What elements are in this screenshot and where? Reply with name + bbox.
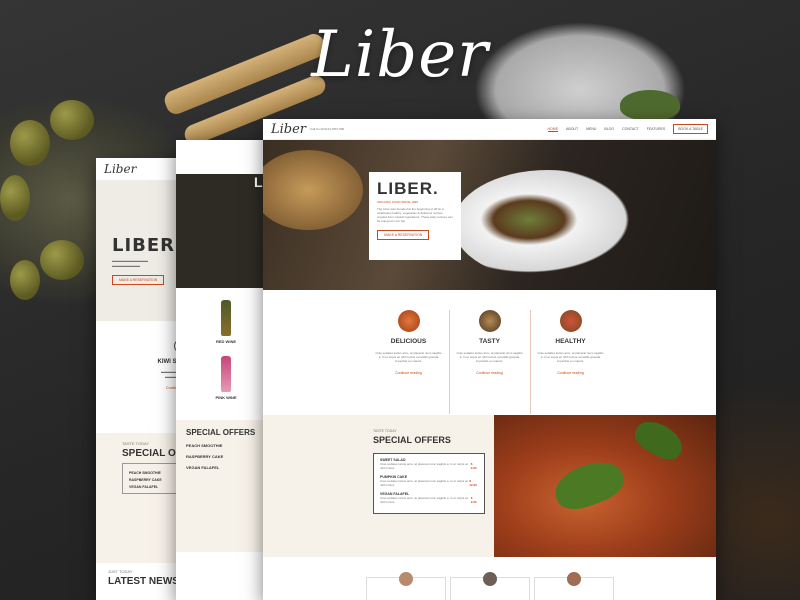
testimonial-card [449, 572, 530, 600]
offer-item: PEACH SMOOTHIE [186, 443, 223, 448]
burger-icon [478, 310, 501, 332]
feature-text: Cras sodales luctus arcu, at placerat nu… [456, 351, 523, 363]
book-table-button[interactable]: BOOK A TABLE [673, 124, 708, 134]
special-offers-panel: TASTE TODAY SPECIAL OFFERS SWEET SALAD C… [263, 415, 494, 557]
site-logo[interactable]: Liber [104, 162, 136, 176]
hero-text: The Liber was founded at the beginning o… [377, 207, 453, 223]
basil-leaf [549, 454, 629, 516]
herb-garnish [620, 90, 680, 120]
offer-item: VEGAN FALAFEL [186, 465, 220, 470]
feature-title: TASTY [479, 338, 500, 345]
reservation-button[interactable]: MAKE A RESERVATION [377, 230, 430, 240]
avatar [398, 572, 413, 586]
feature-card: TASTY Cras sodales luctus arcu, at place… [448, 310, 530, 414]
feature-title: DELICIOUS [390, 338, 427, 345]
food-photo [494, 415, 716, 557]
product-name: PINK WINE [215, 395, 237, 400]
hero-section: LI [176, 174, 276, 288]
offers-title: SPECIAL OFFERS [186, 428, 256, 437]
reservation-button[interactable]: MAKE A RESERVATION [112, 275, 165, 285]
feature-text: Cras sodales luctus arcu, at placerat nu… [537, 351, 604, 363]
hero-card: LIBER. ORGANIC FOOD SINCE 1996 The Liber… [369, 172, 461, 260]
wine-bottle-icon [221, 300, 231, 336]
offer-item: RASPBERRY CAKE [186, 454, 224, 459]
olive [0, 175, 30, 221]
basil-leaf [629, 415, 689, 466]
offers-eyebrow: TASTE TODAY [373, 429, 397, 433]
offers-title: SPECIAL OFFERS [373, 435, 451, 445]
olive [10, 260, 40, 300]
site-logo[interactable]: Liber [271, 122, 306, 137]
brand-logo: Liber [311, 18, 489, 92]
nav-item-menu[interactable]: MENU [586, 127, 596, 131]
product-name: RED WINE [216, 339, 236, 344]
mockup-screen-front: Liber Call Us (00)123 4567 890 HOME ABOU… [263, 119, 716, 600]
continue-link[interactable]: Continue reading [369, 371, 449, 375]
offer-price: $ 12.90 [469, 479, 477, 487]
olive [10, 120, 50, 166]
offer-price: $ 9.90 [470, 462, 477, 470]
testimonials-section [263, 557, 716, 600]
nav-item-about[interactable]: ABOUT [566, 127, 578, 131]
feature-text: Cras sodales luctus arcu, at placerat nu… [375, 351, 442, 363]
nav-item-features[interactable]: FEATURES [647, 127, 665, 131]
hero-section: LIBER. ORGANIC FOOD SINCE 1996 The Liber… [263, 140, 716, 290]
avatar [482, 572, 497, 586]
continue-link[interactable]: Continue reading [450, 371, 530, 375]
feature-card: HEALTHY Cras sodales luctus arcu, at pla… [529, 310, 611, 414]
dinner-plate [453, 170, 643, 280]
offer-item: PUMPKIN CAKE Cras sodales luctus arcu, a… [380, 475, 478, 487]
mockup-screen-middle: LI RED WINE PINK WINE SPECIAL OFFERS PEA… [176, 140, 276, 600]
offers-section: SPECIAL OFFERS PEACH SMOOTHIE RASPBERRY … [176, 420, 276, 552]
avatar [566, 572, 581, 586]
testimonial-card [365, 572, 446, 600]
nav-item-blog[interactable]: BLOG [604, 127, 614, 131]
continue-link[interactable]: Continue reading [531, 371, 611, 375]
special-offers-section: TASTE TODAY SPECIAL OFFERS SWEET SALAD C… [263, 415, 716, 557]
fruit-basket-icon [559, 310, 582, 332]
offer-item: SWEET SALAD Cras sodales luctus arcu, at… [380, 458, 478, 470]
hero-title: LIBER. [377, 179, 439, 198]
top-navigation: Liber Call Us (00)123 4567 890 HOME ABOU… [263, 119, 716, 140]
product-card[interactable]: PINK WINE [176, 356, 276, 400]
hero-subtitle: ORGANIC FOOD SINCE 1996 [377, 200, 419, 204]
feature-card: DELICIOUS Cras sodales luctus arcu, at p… [369, 310, 449, 414]
offer-item: VEGAN FALAFEL Cras sodales luctus arcu, … [380, 492, 478, 504]
olive [50, 100, 94, 140]
product-card[interactable]: RED WINE [176, 300, 276, 344]
nav-item-home[interactable]: HOME [547, 127, 559, 132]
bread-basket [263, 150, 363, 230]
contact-info: Call Us (00)123 4567 890 [310, 127, 345, 131]
olive [40, 240, 84, 280]
nav-item-contact[interactable]: CONTACT [622, 127, 639, 131]
seafood-bowl-icon [397, 310, 420, 332]
offer-desc: Cras sodales luctus arcu, at placerat nu… [380, 479, 469, 487]
offers-list: SWEET SALAD Cras sodales luctus arcu, at… [373, 453, 485, 514]
offer-desc: Cras sodales luctus arcu, at placerat nu… [380, 462, 469, 470]
testimonial-card [533, 572, 614, 600]
features-section: DELICIOUS Cras sodales luctus arcu, at p… [263, 290, 716, 414]
offer-desc: Cras sodales luctus arcu, at placerat nu… [380, 496, 469, 504]
offer-price: $ 9.90 [470, 496, 477, 504]
feature-title: HEALTHY [555, 338, 586, 345]
wine-bottle-icon [221, 356, 231, 392]
nav-menu: HOME ABOUT MENU BLOG CONTACT FEATURES BO… [547, 124, 708, 134]
